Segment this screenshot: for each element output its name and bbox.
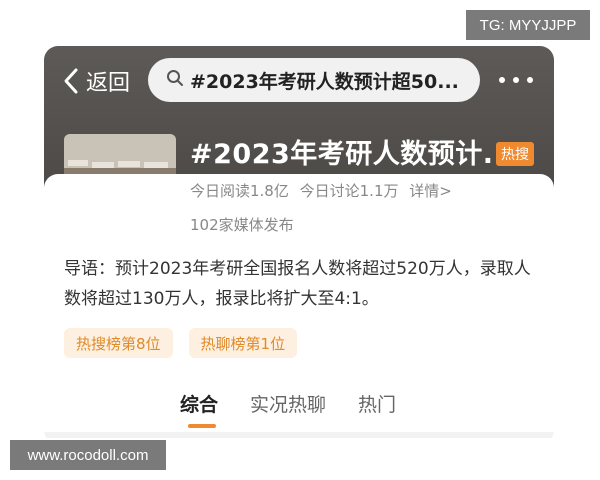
tab-popular[interactable]: 热门 [358,390,396,430]
intro-text: 预计2023年考研全国报名人数将超过520万人，录取人数将超过130万人，报录比… [64,259,531,309]
search-box[interactable]: #2023年考研人数预计超50... [148,58,480,102]
hot-chat-rank-tag[interactable]: 热聊榜第1位 [188,328,298,358]
back-label: 返回 [86,71,131,96]
ranking-tags: 热搜榜第8位 热聊榜第1位 [64,328,298,358]
details-link[interactable]: 详情> [409,182,452,200]
read-count: 今日阅读1.8亿 [190,182,289,200]
watermark-bottom-left: www.rocodoll.com [10,440,166,470]
topic-content-panel: 今日阅读1.8亿 今日讨论1.1万 详情> 102家媒体发布 导语：预计2023… [44,174,554,444]
top-nav-bar: 返回 #2023年考研人数预计超50... [44,46,554,120]
tab-overview[interactable]: 综合 [180,390,218,430]
search-query-text: #2023年考研人数预计超50... [190,70,459,93]
topic-title: #2023年考研人数预计... [190,139,516,170]
tab-overview-label: 综合 [180,394,219,416]
tab-live-chat[interactable]: 实况热聊 [250,390,326,430]
topic-stats: 今日阅读1.8亿 今日讨论1.1万 详情> [190,180,458,201]
watermark-top-right: TG: MYYJJPP [466,10,590,40]
discussion-count: 今日讨论1.1万 [299,182,399,200]
search-icon [166,69,184,91]
media-count: 102家媒体发布 [190,216,294,234]
hot-badge: 热搜 [496,142,534,166]
topic-page: 返回 #2023年考研人数预计超50... #2023年考研人数预计... 热搜… [44,46,554,444]
tab-live-chat-label: 实况热聊 [250,394,327,416]
more-options-icon[interactable] [499,70,533,90]
back-button[interactable]: 返回 [62,64,130,98]
chevron-left-icon [62,64,84,98]
section-divider [44,432,554,438]
content-tabs: 综合 实况热聊 热门 [180,390,396,430]
topic-intro: 导语：预计2023年考研全国报名人数将超过520万人，录取人数将超过130万人，… [64,254,542,314]
hot-search-rank-tag[interactable]: 热搜榜第8位 [64,328,173,358]
tab-popular-label: 热门 [358,394,397,416]
intro-label: 导语： [64,259,115,279]
active-tab-indicator [188,424,216,428]
